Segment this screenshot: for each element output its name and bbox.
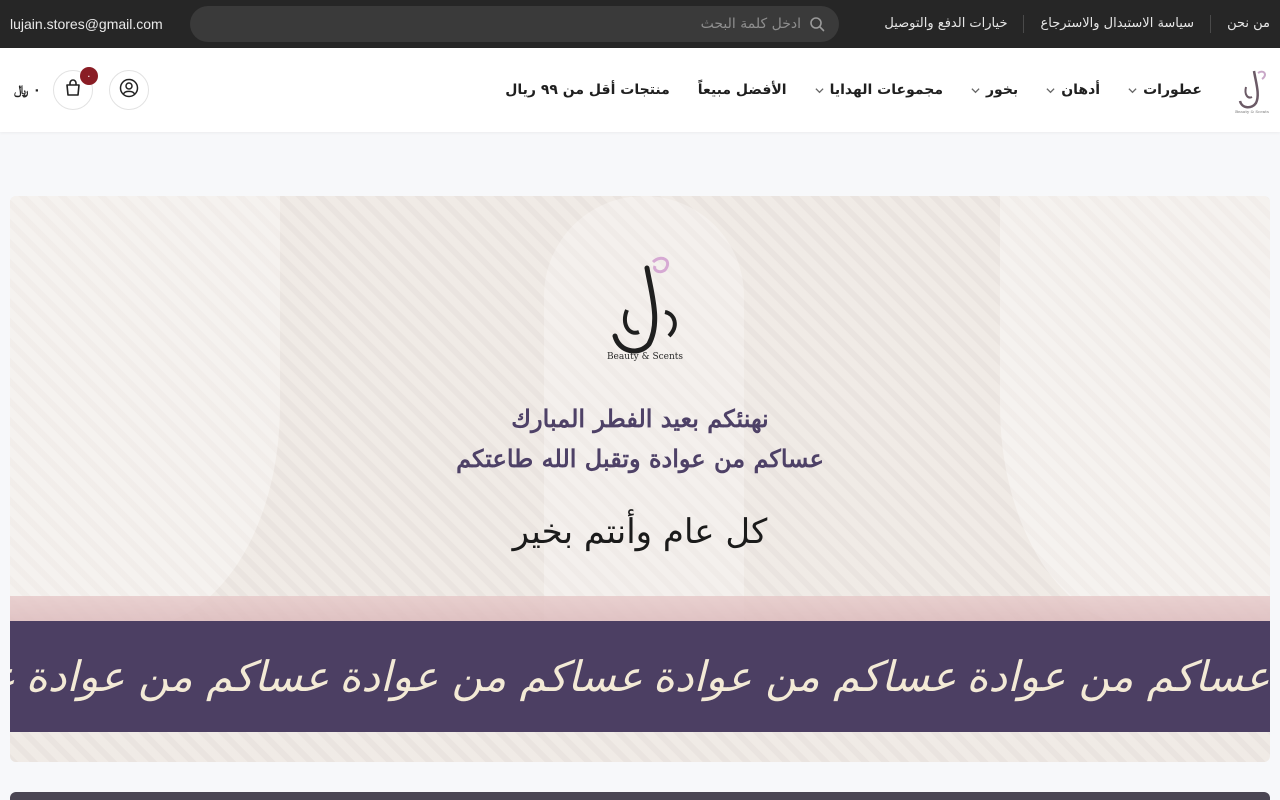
band-text: عساكم من عوادة [339, 652, 644, 701]
band-text: عساكم من عوادة [966, 652, 1270, 701]
nav-label: عطورات [1143, 82, 1202, 98]
nav-gift-sets[interactable]: مجموعات الهدايا [815, 82, 943, 98]
payment-shipping-link[interactable]: خيارات الدفع والتوصيل [868, 15, 1023, 33]
chevron-down-icon [971, 86, 980, 95]
calligraphy-band: عساكم من عوادة عساكم من عوادة عساكم من ع… [10, 621, 1270, 732]
svg-text:Beauty & Scents: Beauty & Scents [1235, 109, 1269, 114]
store-logo[interactable]: Beauty & Scents [1234, 65, 1270, 115]
chevron-down-icon [1128, 86, 1137, 95]
cart-total: ٠ ﷼ [14, 82, 41, 98]
nav-under-99[interactable]: منتجات أقل من ٩٩ ريال [505, 82, 670, 98]
cart-count-badge: ٠ [79, 67, 98, 85]
return-policy-link[interactable]: سياسة الاستبدال والاسترجاع [1023, 15, 1210, 33]
banner-logo: Beauty & Scents [595, 252, 695, 364]
banner-greeting-line3: كل عام وأنتم بخير [512, 512, 768, 552]
nav-label: الأفضل مبيعاً [697, 82, 787, 98]
nav-label: مجموعات الهدايا [829, 82, 943, 98]
contact-email-link[interactable]: lujain.stores@gmail.com [10, 16, 163, 32]
chevron-down-icon [1046, 86, 1055, 95]
main-header: Beauty & Scents عطورات أدهان بخور مجموعا… [0, 48, 1280, 132]
account-button[interactable] [108, 70, 149, 110]
nav-label: بخور [986, 82, 1019, 98]
eid-banner[interactable]: Beauty & Scents نهنئكم بعيد الفطر المبار… [10, 196, 1270, 762]
band-text: عساكم من عوادة [10, 652, 17, 701]
cart-button[interactable]: ٠ [52, 67, 98, 110]
banner-greeting-line2: عساكم من عوادة وتقبل الله طاعتكم [456, 444, 824, 473]
search-icon[interactable] [809, 16, 825, 32]
top-bar: lujain.stores@gmail.com من نحن سياسة الا… [0, 0, 1280, 48]
top-links: من نحن سياسة الاستبدال والاسترجاع خيارات… [868, 0, 1270, 48]
user-icon [119, 78, 139, 102]
banner-greeting-line1: نهنئكم بعيد الفطر المبارك [511, 404, 769, 433]
chevron-down-icon [815, 86, 824, 95]
search-input[interactable] [221, 16, 801, 32]
band-text: عساكم من عوادة [25, 652, 331, 701]
search-box[interactable] [190, 6, 839, 42]
nav-oils[interactable]: أدهان [1046, 82, 1100, 98]
nav-best-sellers[interactable]: الأفضل مبيعاً [698, 82, 787, 98]
band-text: عساكم من عوادة [652, 652, 958, 701]
nav-label: منتجات أقل من ٩٩ ريال [505, 82, 670, 98]
nav-incense[interactable]: بخور [971, 82, 1018, 98]
header-actions: ٠ ﷼ ٠ [14, 67, 165, 111]
about-us-link[interactable]: من نحن [1210, 15, 1270, 33]
next-section-strip [10, 792, 1270, 800]
shopping-bag-icon [63, 78, 83, 102]
nav-perfumes[interactable]: عطورات [1128, 82, 1202, 98]
banner-logo-subtitle: Beauty & Scents [606, 352, 684, 362]
main-nav: عطورات أدهان بخور مجموعات الهدايا الأفضل… [477, 48, 1202, 132]
nav-label: أدهان [1061, 82, 1101, 98]
